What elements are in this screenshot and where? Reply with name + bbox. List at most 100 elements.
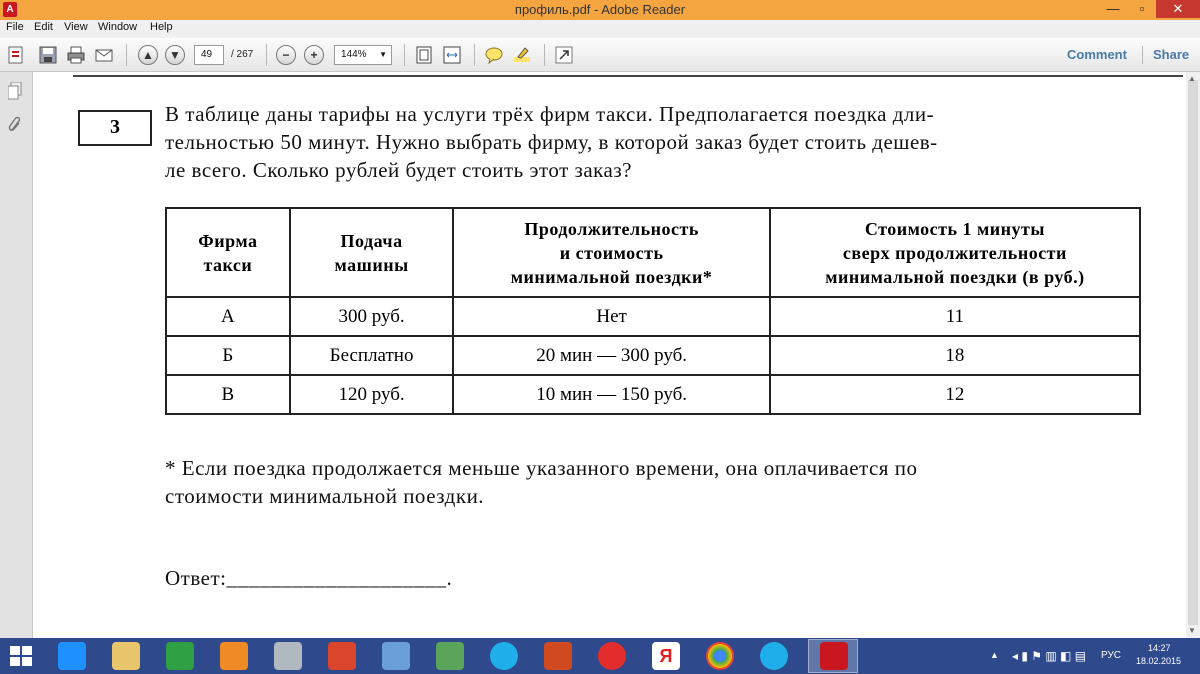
question-line: ле всего. Сколько рублей будет стоить эт… (165, 158, 632, 182)
menu-view[interactable]: View (64, 21, 88, 33)
taskbar: Я ▲ ◂ ▮ ⚑ ▥ ◧ ▤ РУС 14:27 18.02.2015 (0, 638, 1200, 674)
table-cell: 12 (768, 374, 1142, 415)
zoom-value: 144% (341, 49, 367, 60)
zoom-in-icon[interactable]: + (304, 45, 324, 65)
internet-explorer-icon[interactable] (58, 642, 86, 670)
create-pdf-icon[interactable] (6, 45, 26, 65)
page-total: / 267 (231, 49, 254, 60)
print-icon[interactable] (66, 45, 86, 65)
toolbar-separator (1142, 46, 1143, 64)
menu-file[interactable]: File (6, 21, 24, 33)
office-icon[interactable] (328, 642, 356, 670)
question-text: В таблице даны тарифы на услуги трёх фир… (165, 100, 1145, 184)
table-cell: 11 (768, 296, 1142, 337)
attachment-icon[interactable] (8, 116, 22, 134)
tray-chevron-icon[interactable]: ▲ (990, 650, 999, 660)
menu-bar: File Edit View Window Help (0, 20, 1200, 38)
header-min-trip: Продолжительность и стоимость минимальной … (452, 207, 771, 298)
table-cell: А (165, 296, 291, 337)
task-number-box: 3 (78, 110, 152, 146)
scroll-up-icon[interactable]: ▲ (1188, 74, 1196, 83)
question-line: В таблице даны тарифы на услуги трёх фир… (165, 102, 935, 126)
store-icon[interactable] (166, 642, 194, 670)
android-icon[interactable] (436, 642, 464, 670)
table-cell: Нет (452, 296, 771, 337)
zona-icon[interactable] (490, 642, 518, 670)
minimize-button[interactable]: — (1099, 0, 1127, 18)
document-page: 3 В таблице даны тарифы на услуги трёх ф… (33, 72, 1185, 638)
highlight-icon[interactable] (512, 45, 532, 65)
scroll-down-icon[interactable]: ▼ (1188, 626, 1196, 635)
answer-label: Ответ: (165, 566, 227, 590)
page-number-input[interactable]: 49 (194, 45, 224, 65)
page-top-rule (73, 75, 1183, 77)
title-bar: A профиль.pdf - Adobe Reader — ▫ ✕ (0, 0, 1200, 20)
maximize-button[interactable]: ▫ (1128, 0, 1156, 18)
table-cell: В (165, 374, 291, 415)
footnote: * Если поездка продолжается меньше указа… (165, 454, 1165, 510)
file-explorer-icon[interactable] (112, 642, 140, 670)
toolbar-separator (404, 44, 405, 66)
toolbar-separator (544, 44, 545, 66)
table-row: В 120 руб. 10 мин — 150 руб. 12 (165, 374, 1142, 415)
table-cell: Бесплатно (288, 335, 455, 376)
table-header-row: Фирма такси Подача машины Продолжительност… (165, 207, 1142, 298)
toolbar: ▲ ▼ 49 / 267 − + 144% ▼ Comment Share (0, 38, 1200, 72)
fit-width-icon[interactable] (442, 45, 462, 65)
language-indicator[interactable]: РУС (1101, 650, 1121, 661)
close-button[interactable]: ✕ (1156, 0, 1200, 18)
zoom-out-icon[interactable]: − (276, 45, 296, 65)
expand-icon[interactable] (554, 45, 574, 65)
scrollbar-thumb[interactable] (1188, 80, 1198, 625)
question-line: тельностью 50 минут. Нужно выбрать фирму… (165, 130, 938, 154)
email-icon[interactable] (94, 45, 114, 65)
table-cell: 20 мин — 300 руб. (452, 335, 771, 376)
chevron-down-icon: ▼ (379, 50, 387, 59)
table-cell: Б (165, 335, 291, 376)
table-cell: 300 руб. (288, 296, 455, 337)
save-icon[interactable] (38, 45, 58, 65)
pages-icon[interactable] (7, 81, 22, 100)
header-pickup: Подача машины (288, 207, 455, 298)
table-row: Б Бесплатно 20 мин — 300 руб. 18 (165, 335, 1142, 376)
previous-page-icon[interactable]: ▲ (138, 45, 158, 65)
toolbar-separator (266, 44, 267, 66)
media-player-icon[interactable] (220, 642, 248, 670)
fit-page-icon[interactable] (414, 45, 434, 65)
navigation-panel (0, 72, 33, 638)
chrome-icon[interactable] (706, 642, 734, 670)
zona-icon[interactable] (760, 642, 788, 670)
clock-time[interactable]: 14:27 (1148, 643, 1171, 653)
app-icon[interactable] (544, 642, 572, 670)
adobe-reader-icon (820, 642, 848, 670)
toolbar-separator (474, 44, 475, 66)
answer-line: Ответ:____________________. (165, 564, 452, 592)
window-title: профиль.pdf - Adobe Reader (514, 2, 686, 17)
tray-icons[interactable]: ◂ ▮ ⚑ ▥ ◧ ▤ (1012, 649, 1086, 663)
clock-date[interactable]: 18.02.2015 (1136, 656, 1181, 666)
menu-help[interactable]: Help (150, 21, 173, 33)
footnote-line: * Если поездка продолжается меньше указа… (165, 456, 918, 480)
table-cell: 18 (768, 335, 1142, 376)
adobe-reader-taskbar-button[interactable] (808, 639, 858, 673)
sound-app-icon[interactable] (382, 642, 410, 670)
answer-blank: ____________________. (226, 566, 453, 590)
sticky-note-icon[interactable] (484, 45, 504, 65)
table-row: А 300 руб. Нет 11 (165, 296, 1142, 337)
share-link[interactable]: Share (1153, 47, 1189, 62)
zoom-select[interactable]: 144% ▼ (334, 45, 392, 65)
tariff-table: Фирма такси Подача машины Продолжительност… (165, 207, 1142, 415)
app-icon[interactable] (274, 642, 302, 670)
yandex-icon[interactable]: Я (652, 642, 680, 670)
table-cell: 10 мин — 150 руб. (452, 374, 771, 415)
menu-edit[interactable]: Edit (34, 21, 53, 33)
next-page-icon[interactable]: ▼ (165, 45, 185, 65)
header-per-minute: Стоимость 1 минуты сверх продолжительност… (768, 207, 1142, 298)
windows-start-icon[interactable] (10, 646, 32, 666)
footnote-line: стоимости минимальной поездки. (165, 484, 485, 508)
yandex-browser-icon[interactable] (598, 642, 626, 670)
table-cell: 120 руб. (288, 374, 455, 415)
menu-window[interactable]: Window (98, 21, 137, 33)
toolbar-separator (126, 44, 127, 66)
comment-link[interactable]: Comment (1067, 47, 1127, 62)
